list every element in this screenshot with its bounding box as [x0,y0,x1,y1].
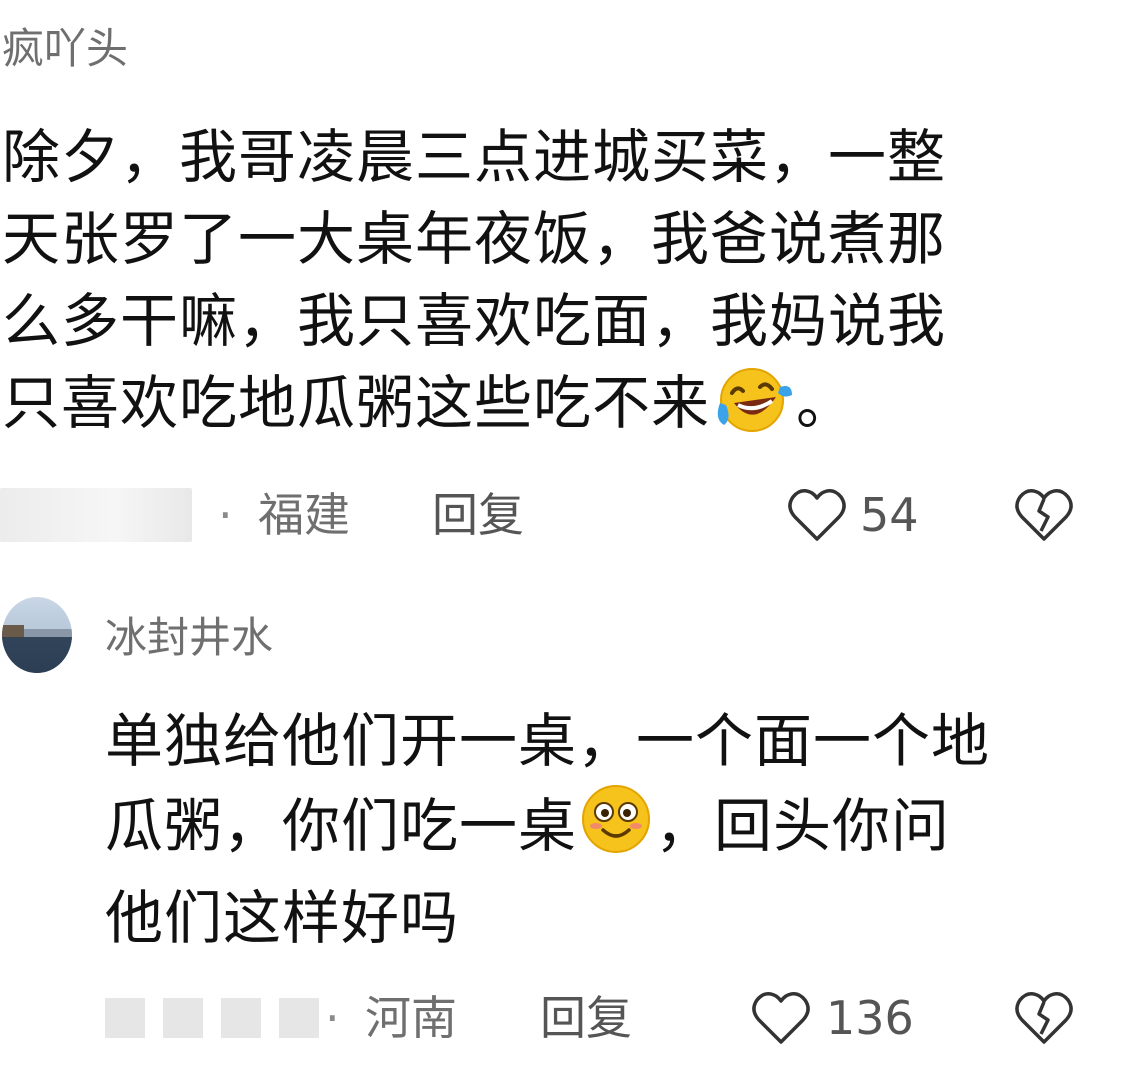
location-label: 河南 [365,991,457,1045]
like-count: 54 [860,488,919,542]
comment-meta-bar: · 河南 回复 136 [0,988,1148,1048]
comment-line-text: 瓜粥，你们吃一桌 [105,792,578,860]
comment-line-last: 只喜欢吃地瓜粥这些吃不来 。 [2,362,946,454]
comment-username[interactable]: 冰封井水 [105,617,273,659]
blur-pixel [221,998,261,1038]
separator-dot: · [325,991,340,1045]
comment-line-text: ，回头你问 [655,792,951,860]
comment-text: 单独给他们开一桌，一个面一个地 瓜粥，你们吃一桌 ，回头你问 他们这样好吗 [105,700,990,959]
like-count: 136 [826,991,914,1045]
comment-username[interactable]: 疯吖头 [2,28,128,70]
comment-line: 他们这样好吗 [105,884,460,952]
laughing-crying-emoji-icon [712,363,794,454]
comment-line-text: 只喜欢吃地瓜粥这些吃不来 [2,369,711,437]
avatar[interactable] [2,597,72,673]
comment-line: 瓜粥，你们吃一桌 ，回头你问 [105,782,990,877]
comment-meta-bar: · 福建 回复 54 [0,485,1148,545]
blur-pixel [105,998,145,1038]
location-label: 福建 [258,488,350,542]
comment-line: 单独给他们开一桌，一个面一个地 [105,707,991,775]
blur-pixel [163,998,203,1038]
blur-pixel [279,998,319,1038]
reply-button[interactable]: 回复 [540,988,632,1048]
comment-line: 除夕，我哥凌晨三点进城买菜，一整 [2,123,947,191]
comment-line: 天张罗了一大桌年夜饭，我爸说煮那 [2,205,947,273]
broken-heart-icon[interactable] [1015,990,1073,1046]
comment-line: 么多干嘛，我只喜欢吃面，我妈说我 [2,287,947,355]
heart-outline-icon[interactable] [752,990,810,1046]
broken-heart-icon[interactable] [1015,487,1073,543]
comment-text: 除夕，我哥凌晨三点进城买菜，一整 天张罗了一大桌年夜饭，我爸说煮那 么多干嘛，我… [2,116,946,454]
comment-line-end: 。 [796,369,856,437]
reply-button[interactable]: 回复 [432,485,524,545]
blurred-time [105,998,319,1038]
heart-outline-icon[interactable] [788,487,846,543]
separator-dot: · [218,488,233,542]
smiling-emoji-icon [579,782,653,877]
blurred-time [0,488,192,542]
